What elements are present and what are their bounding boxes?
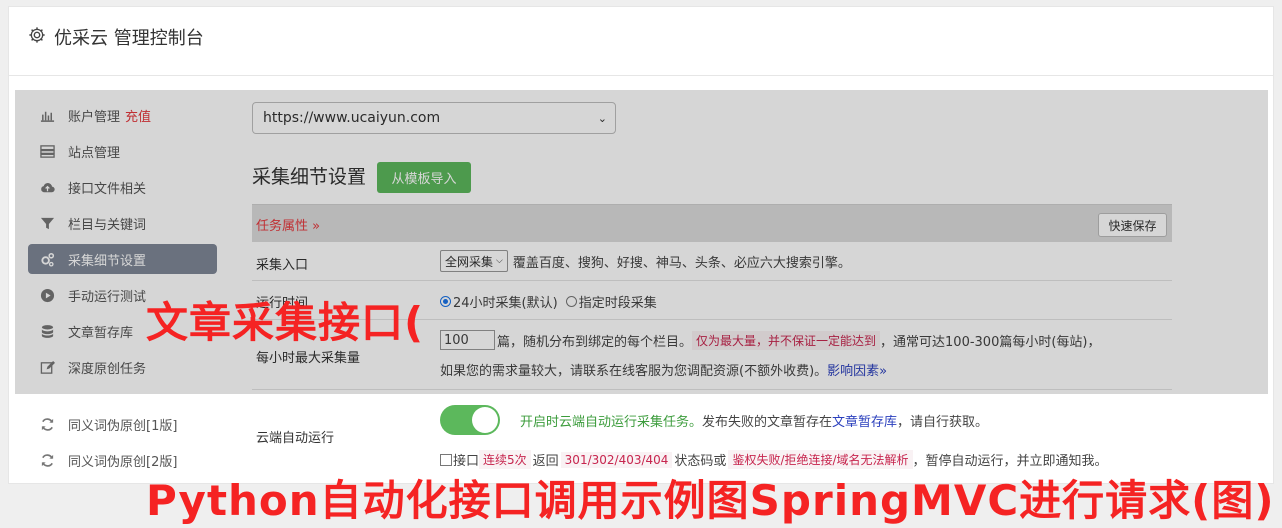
sidebar-item-interface-files[interactable]: 接口文件相关 <box>28 172 217 202</box>
task-attributes-toggle[interactable]: 任务属性 » <box>256 215 320 234</box>
tag-status-codes: 301/302/403/404 <box>560 451 673 468</box>
max-per-hour-input[interactable]: 100 <box>440 330 495 350</box>
max-warning-tag: 仅为最大量，并不保证一定能达到 <box>692 330 881 350</box>
sidebar-item-columns-keywords[interactable]: 栏目与关键词 <box>28 208 217 238</box>
entry-description: 覆盖百度、搜狗、好搜、神马、头条、必应六大搜索引擎。 <box>512 255 851 271</box>
server-icon <box>39 143 55 159</box>
sidebar-item-label: 栏目与关键词 <box>68 217 147 233</box>
page-title-text: 优采云 管理控制台 <box>54 28 204 49</box>
entry-select-value: 全网采集 <box>445 254 494 269</box>
section-title: 采集细节设置 <box>252 166 367 188</box>
edit-icon <box>39 359 55 375</box>
cloud-upload-icon <box>39 179 55 195</box>
cloud-run-desc: 发布失败的文章暂存在 <box>702 414 833 430</box>
max-per-hour-text2: ，通常可达100-300篇每小时(每站)， <box>880 334 1101 350</box>
sidebar-item-label: 站点管理 <box>68 145 121 161</box>
quick-save-button[interactable]: 快速保存 <box>1098 213 1167 237</box>
site-select-value: https://www.ucaiyun.com <box>263 110 441 126</box>
row-label: 采集入口 <box>256 258 309 273</box>
page-title: 优采云 管理控制台 <box>28 24 204 50</box>
radio-scheduled[interactable] <box>565 296 577 307</box>
site-select[interactable]: https://www.ucaiyun.com ⌄ <box>252 102 616 134</box>
database-icon <box>39 323 55 339</box>
entry-select[interactable]: 全网采集 ⌵ <box>440 250 508 272</box>
panel-header: 优采云 管理控制台 <box>8 6 1274 76</box>
import-template-button[interactable]: 从模板导入 <box>377 162 471 193</box>
sidebar-item-label: 文章暂存库 <box>68 325 134 341</box>
watermark-text-2: Python自动化接口调用示例图SpringMVC进行请求(图) <box>146 476 1275 525</box>
cloud-run-toggle[interactable] <box>440 405 500 435</box>
refresh-icon <box>39 452 55 468</box>
sidebar-item-label: 同义词伪原创[1版] <box>68 418 178 434</box>
watermark-text: 文章采集接口( <box>146 298 425 347</box>
radio-24h-label: 24小时采集(默认) <box>453 296 558 311</box>
max-per-hour-text: 篇，随机分布到绑定的每个栏目。 <box>497 334 693 350</box>
table-header: 任务属性 » 快速保存 <box>252 204 1172 242</box>
refresh-icon <box>39 416 55 432</box>
notify-checkbox[interactable] <box>440 453 452 466</box>
play-circle-icon <box>39 287 55 303</box>
sidebar-item-label: 采集细节设置 <box>68 253 147 269</box>
sidebar-item-label: 账户管理 <box>68 109 121 125</box>
article-store-link[interactable]: 文章暂存库 <box>832 411 897 430</box>
sidebar-item-synonym-v1[interactable]: 同义词伪原创[1版] <box>28 409 217 439</box>
filter-icon <box>39 215 55 231</box>
row-collect-entry: 采集入口 全网采集 ⌵ 覆盖百度、搜狗、好搜、神马、头条、必应六大搜索引擎。 <box>252 242 1172 281</box>
sidebar-item-sites[interactable]: 站点管理 <box>28 136 217 166</box>
cloud-run-desc2: ，请自行获取。 <box>897 414 989 430</box>
influence-factors-link[interactable]: 影响因素» <box>827 360 887 379</box>
radio-scheduled-label: 指定时段采集 <box>578 296 657 311</box>
gear-icon <box>28 26 46 49</box>
chevron-down-icon: ⌄ <box>597 112 607 125</box>
sidebar-item-deep-original[interactable]: 深度原创任务 <box>28 352 217 382</box>
radio-24h[interactable] <box>440 296 451 307</box>
sidebar-item-label: 深度原创任务 <box>68 361 147 377</box>
row-label: 云端自动运行 <box>256 431 335 446</box>
bar-chart-icon <box>39 107 55 123</box>
cloud-run-desc-green: 开启时云端自动运行采集任务。 <box>520 414 703 430</box>
sidebar-item-account[interactable]: 账户管理 充值 <box>28 100 217 130</box>
chevron-down-icon: ⌵ <box>496 256 503 266</box>
recharge-link[interactable]: 充值 <box>125 106 151 125</box>
sidebar-item-label: 手动运行测试 <box>68 289 147 305</box>
sidebar-item-collect-settings[interactable]: 采集细节设置 <box>28 244 217 274</box>
sidebar-item-label: 接口文件相关 <box>68 181 147 197</box>
cogs-icon <box>39 251 55 267</box>
max-per-hour-note: 如果您的需求量较大，请联系在线客服为您调配资源(不额外收费)。 <box>440 364 828 379</box>
